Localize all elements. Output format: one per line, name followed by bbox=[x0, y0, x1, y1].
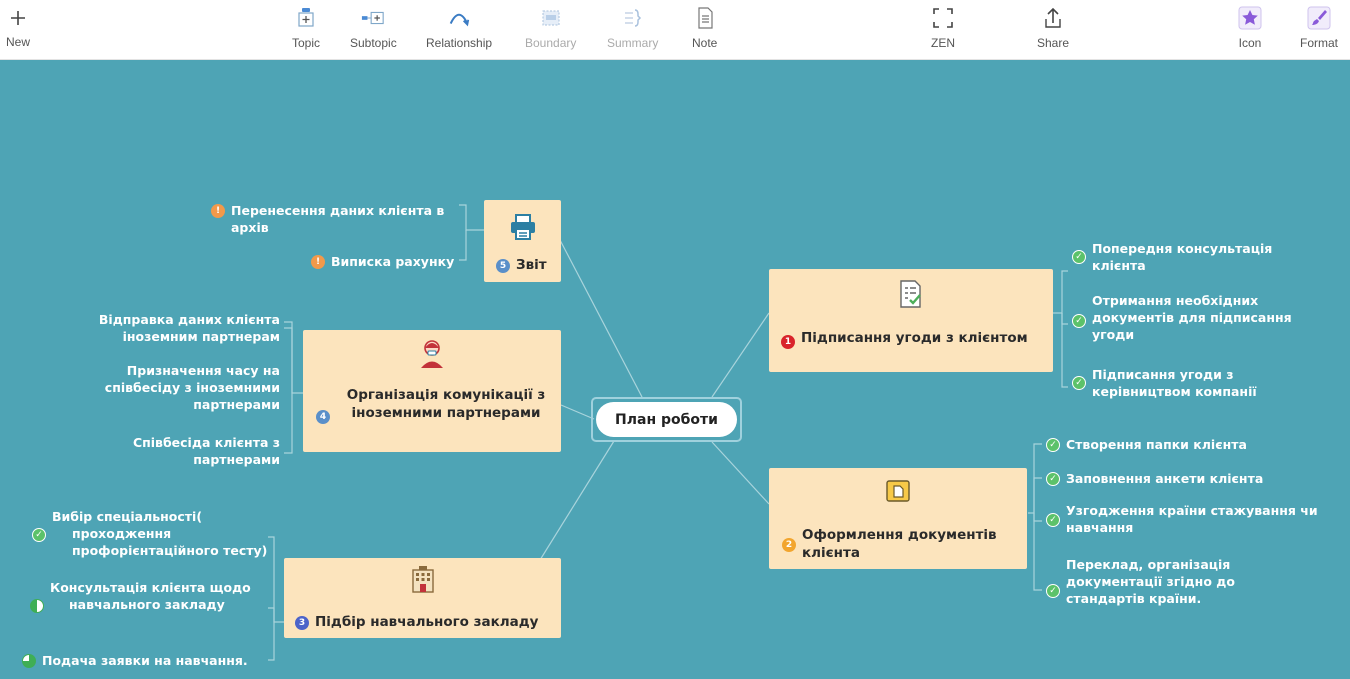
check-icon: ✓ bbox=[1072, 314, 1086, 328]
folder-icon bbox=[885, 478, 911, 504]
priority-3-icon: 3 bbox=[295, 616, 309, 630]
warning-icon: ! bbox=[311, 255, 325, 269]
subtopic-send-data[interactable]: Відправка даних клієнта іноземним партне… bbox=[80, 311, 280, 345]
relationship-icon bbox=[447, 6, 471, 30]
subtopic-client-folder[interactable]: ✓ Створення папки клієнта bbox=[1046, 436, 1326, 453]
printer-icon bbox=[508, 212, 538, 242]
central-topic[interactable]: План роботи bbox=[591, 397, 742, 442]
check-icon: ✓ bbox=[1072, 250, 1086, 264]
boundary-button[interactable]: Boundary bbox=[525, 6, 576, 50]
priority-4-icon: 4 bbox=[316, 410, 330, 424]
fullscreen-icon bbox=[931, 6, 955, 30]
icon-button[interactable]: Icon bbox=[1238, 6, 1262, 50]
topic-title: Організація комунікації з іноземними пар… bbox=[346, 387, 546, 421]
summary-button[interactable]: Summary bbox=[607, 6, 658, 50]
progress-three-quarter-icon bbox=[22, 654, 36, 668]
share-button[interactable]: Share bbox=[1037, 6, 1069, 50]
topic-title: Підписання угоди з клієнтом bbox=[801, 330, 1028, 346]
priority-5-icon: 5 bbox=[496, 259, 510, 273]
progress-half-icon bbox=[30, 599, 44, 613]
brush-icon bbox=[1307, 6, 1331, 30]
relationship-button[interactable]: Relationship bbox=[426, 6, 492, 50]
zen-button[interactable]: ZEN bbox=[931, 6, 955, 50]
topic-title: Оформлення документів клієнта bbox=[802, 527, 997, 561]
topic-icon bbox=[294, 6, 318, 30]
warning-icon: ! bbox=[211, 204, 225, 218]
topic-title: Підбір навчального закладу bbox=[315, 614, 539, 630]
subtopic-icon bbox=[361, 6, 385, 30]
boundary-icon bbox=[539, 6, 563, 30]
check-icon: ✓ bbox=[1072, 376, 1086, 390]
subtopic-client-form[interactable]: ✓ Заповнення анкети клієнта bbox=[1046, 470, 1326, 487]
topic-school-selection[interactable]: 3 Підбір навчального закладу bbox=[284, 558, 561, 638]
subtopic-application[interactable]: Подача заявки на навчання. bbox=[22, 652, 272, 669]
subtopic-required-documents[interactable]: ✓ Отримання необхідних документів для пі… bbox=[1072, 292, 1322, 343]
subtopic-archive-transfer[interactable]: ! Перенесення даних клієнта в архів bbox=[211, 202, 461, 236]
topic-button[interactable]: Topic bbox=[292, 6, 320, 50]
subtopic-country-agreement[interactable]: ✓ Узгодження країни стажування чи навчан… bbox=[1046, 502, 1326, 536]
check-icon: ✓ bbox=[1046, 513, 1060, 527]
subtopic-invoice[interactable]: ! Виписка рахунку bbox=[311, 253, 461, 270]
priority-2-icon: 2 bbox=[782, 538, 796, 552]
subtopic-button[interactable]: Subtopic bbox=[350, 6, 397, 50]
topic-report[interactable]: 5 Звіт bbox=[484, 200, 561, 282]
building-icon bbox=[410, 564, 436, 594]
toolbar: New Topic Subtopic Relationship Boundary… bbox=[0, 0, 1350, 60]
topic-sign-agreement[interactable]: 1 Підписання угоди з клієнтом bbox=[769, 269, 1053, 372]
subtopic-preliminary-consultation[interactable]: ✓ Попередня консультація клієнта bbox=[1072, 240, 1322, 274]
subtopic-schedule-interview[interactable]: Призначення часу на співбесіду з іноземн… bbox=[80, 362, 280, 413]
topic-foreign-partners[interactable]: Організація комунікації з іноземними пар… bbox=[303, 330, 561, 452]
subtopic-school-consultation[interactable]: Консультація клієнта щодо навчального за… bbox=[30, 579, 277, 613]
priority-1-icon: 1 bbox=[781, 335, 795, 349]
mindmap-canvas[interactable]: 5 Звіт ! Перенесення даних клієнта в арх… bbox=[0, 60, 1350, 679]
check-icon: ✓ bbox=[1046, 472, 1060, 486]
share-icon bbox=[1041, 6, 1065, 30]
format-button[interactable]: Format bbox=[1300, 6, 1338, 50]
check-icon: ✓ bbox=[32, 528, 46, 542]
subtopic-management-signing[interactable]: ✓ Підписання угоди з керівництвом компан… bbox=[1072, 366, 1322, 400]
check-icon: ✓ bbox=[1046, 584, 1060, 598]
note-icon bbox=[693, 6, 717, 30]
subtopic-interview[interactable]: Співбесіда клієнта з партнерами bbox=[100, 434, 280, 468]
plus-icon bbox=[6, 6, 30, 30]
topic-title: Звіт bbox=[516, 257, 547, 273]
new-button[interactable]: New bbox=[6, 6, 30, 49]
central-topic-label: План роботи bbox=[596, 402, 737, 437]
check-icon: ✓ bbox=[1046, 438, 1060, 452]
person-icon bbox=[418, 338, 446, 370]
summary-icon bbox=[621, 6, 645, 30]
topic-document-processing[interactable]: 2 Оформлення документів клієнта bbox=[769, 468, 1027, 569]
checklist-icon bbox=[897, 279, 925, 309]
note-button[interactable]: Note bbox=[692, 6, 717, 50]
subtopic-translation[interactable]: ✓ Переклад, організація документації згі… bbox=[1046, 556, 1246, 607]
subtopic-specialty-choice[interactable]: ✓ Вибір спеціальності( проходження профо… bbox=[32, 508, 277, 559]
star-icon bbox=[1238, 6, 1262, 30]
